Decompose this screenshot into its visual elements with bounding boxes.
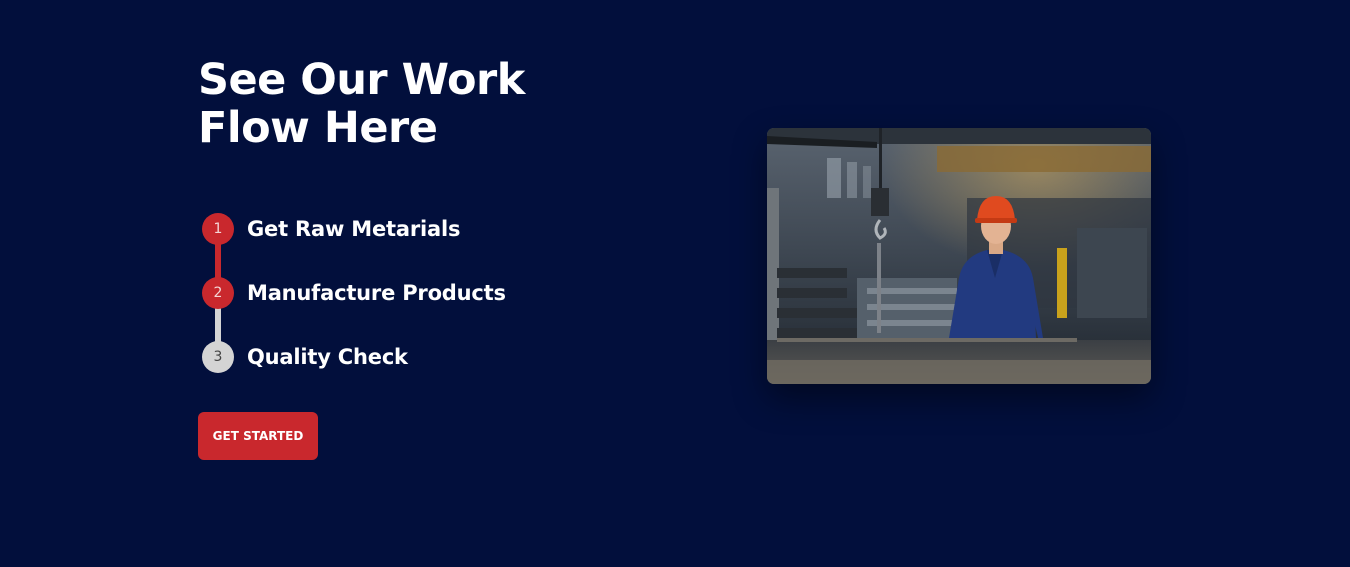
workflow-section: See Our Work Flow Here 1 Get Raw Metaria… — [0, 0, 1350, 567]
step-number-badge: 1 — [202, 213, 234, 245]
step-item-1: 1 Get Raw Metarials — [202, 213, 622, 245]
step-number-badge: 3 — [202, 341, 234, 373]
step-label: Manufacture Products — [247, 281, 506, 305]
step-item-2: 2 Manufacture Products — [202, 277, 622, 309]
step-label: Get Raw Metarials — [247, 217, 461, 241]
section-title: See Our Work Flow Here — [198, 56, 618, 152]
step-item-3: 3 Quality Check — [202, 341, 622, 373]
section-title-line-2: Flow Here — [198, 103, 438, 153]
factory-worker-image — [767, 128, 1151, 384]
step-number-badge: 2 — [202, 277, 234, 309]
workflow-steps: 1 Get Raw Metarials 2 Manufacture Produc… — [202, 213, 622, 373]
step-label: Quality Check — [247, 345, 408, 369]
get-started-button[interactable]: GET STARTED — [198, 412, 318, 460]
section-title-line-1: See Our Work — [198, 55, 525, 105]
